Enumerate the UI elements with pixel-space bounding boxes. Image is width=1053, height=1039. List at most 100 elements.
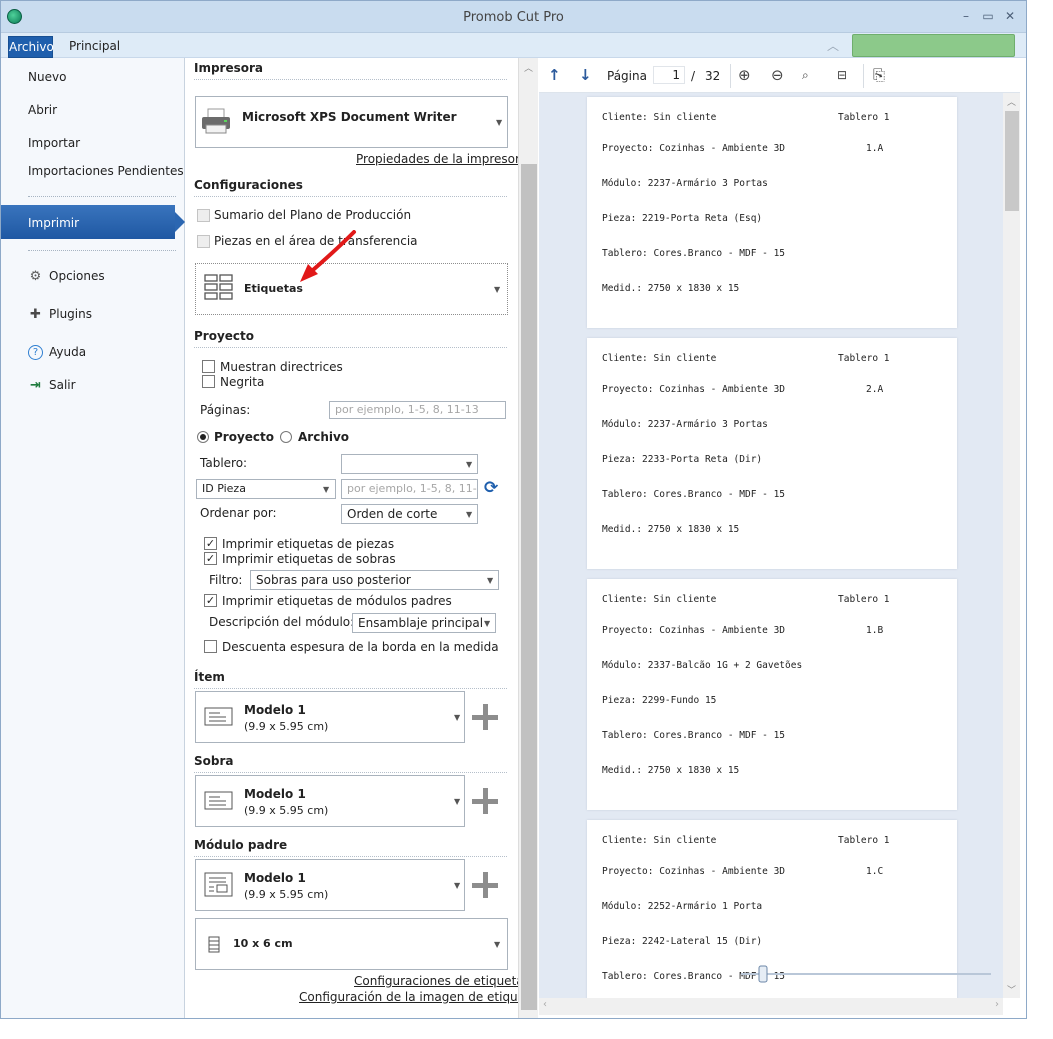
radio-file[interactable]: [280, 431, 292, 443]
export-page-icon[interactable]: ⎘: [873, 67, 885, 83]
preview-page: Cliente: Sin cliente Tablero 1 Proyecto:…: [587, 579, 957, 810]
label-module: Módulo: 2337-Balcão 1G + 2 Gavetões: [602, 660, 803, 671]
item-size: (9.9 x 5.95 cm): [244, 720, 329, 733]
label-piece: Pieza: 2299-Fundo 15: [602, 695, 717, 706]
print-module-labels-checkbox[interactable]: ✓: [204, 594, 217, 607]
add-parent-module-template-button[interactable]: [472, 872, 498, 898]
module-desc-value: Ensamblaje principal: [358, 616, 484, 630]
transfer-checkbox[interactable]: [197, 235, 210, 248]
collapse-ribbon-icon[interactable]: ︿: [827, 37, 839, 54]
print-offcut-labels-checkbox[interactable]: ✓: [204, 552, 217, 565]
chevron-down-icon: ▼: [454, 797, 461, 806]
nav-salir[interactable]: Salir: [49, 378, 76, 392]
tab-principal[interactable]: Principal: [69, 39, 120, 53]
label-material: Tablero: Cores.Branco - MDF - 15: [602, 248, 786, 259]
chevron-down-icon: ▼: [494, 940, 501, 949]
board-select[interactable]: ▼: [341, 454, 478, 474]
labels-grid-icon: [204, 274, 233, 300]
label-code: 2.A: [866, 384, 884, 395]
preview-horizontal-scrollbar[interactable]: ‹ ›: [539, 998, 1003, 1015]
zoom-in-icon[interactable]: ⊕: [738, 67, 751, 83]
offcut-heading: Sobra: [194, 754, 234, 768]
zoom-fit-icon[interactable]: ⊟: [837, 67, 847, 83]
label-template-icon: [204, 791, 233, 810]
nav-importar[interactable]: Importar: [28, 136, 80, 150]
nav-nuevo[interactable]: Nuevo: [28, 70, 66, 84]
label-template-icon: [204, 707, 233, 726]
app-window: Promob Cut Pro – ▭ ✕ Archivo Principal ︿…: [0, 0, 1027, 1019]
filter-select[interactable]: Sobras para uso posterior ▼: [250, 570, 499, 590]
item-heading: Ítem: [194, 670, 225, 684]
tab-archivo[interactable]: Archivo: [8, 36, 54, 58]
radio-file-label: Archivo: [298, 430, 350, 444]
label-image-settings-link[interactable]: Configuración de la imagen de etiqueta: [299, 990, 537, 1004]
nav-importaciones-pendientes[interactable]: Importaciones Pendientes: [28, 164, 184, 178]
chevron-down-icon: ▼: [454, 713, 461, 722]
add-offcut-template-button[interactable]: [472, 788, 498, 814]
nav-opciones[interactable]: Opciones: [49, 269, 105, 283]
label-piece: Pieza: 2219-Porta Reta (Esq): [602, 213, 763, 224]
preview-vertical-scrollbar[interactable]: ︿ ﹀: [1003, 93, 1020, 998]
zoom-100-icon[interactable]: ⌕: [802, 67, 809, 83]
arrow-down-icon[interactable]: ↓: [579, 67, 592, 83]
scrollbar-thumb[interactable]: [1005, 111, 1019, 211]
bold-checkbox[interactable]: [202, 375, 215, 388]
label-size-select[interactable]: 10 x 6 cm ▼: [195, 918, 508, 970]
red-arrow-annotation: [300, 230, 356, 282]
zoom-slider-thumb[interactable]: [758, 965, 768, 983]
discount-edge-checkbox[interactable]: [204, 640, 217, 653]
zoom-slider[interactable]: [741, 965, 991, 983]
print-piece-labels-label: Imprimir etiquetas de piezas: [222, 537, 395, 551]
item-template-select[interactable]: Modelo 1 (9.9 x 5.95 cm) ▼: [195, 691, 465, 743]
preview-toolbar: ↑ ↓ Página 1 / 32 ⊕ ⊖ ⌕ ⊟ ⎘: [539, 58, 1020, 93]
chevron-down-icon: ▼: [454, 881, 461, 890]
scrollbar-thumb[interactable]: [521, 164, 537, 1010]
minimize-button[interactable]: –: [958, 9, 974, 23]
summary-checkbox[interactable]: [197, 209, 210, 222]
page-separator: /: [691, 69, 696, 83]
preview-page: Cliente: Sin cliente Tablero 1 Proyecto:…: [587, 338, 957, 569]
zoom-out-icon[interactable]: ⊖: [771, 67, 784, 83]
section-divider: [194, 347, 507, 348]
label-settings-link[interactable]: Configuraciones de etiquetas: [354, 974, 530, 988]
item-model: Modelo 1: [244, 703, 306, 717]
exit-icon: ⇥: [30, 378, 41, 393]
radio-project[interactable]: [197, 431, 209, 443]
nav-imprimir[interactable]: Imprimir: [1, 205, 185, 239]
page-label: Página: [607, 69, 647, 83]
help-icon: ?: [28, 345, 43, 360]
close-button[interactable]: ✕: [1002, 9, 1018, 23]
order-select[interactable]: Orden de corte ▼: [341, 504, 478, 524]
label-piece: Pieza: 2242-Lateral 15 (Dir): [602, 936, 763, 947]
maximize-button[interactable]: ▭: [980, 9, 996, 23]
parent-module-size: (9.9 x 5.95 cm): [244, 888, 329, 901]
offcut-model: Modelo 1: [244, 787, 306, 801]
config-heading: Configuraciones: [194, 178, 303, 192]
arrow-up-icon[interactable]: ↑: [548, 67, 561, 83]
label-project: Proyecto: Cozinhas - Ambiente 3D: [602, 384, 786, 395]
show-guides-checkbox[interactable]: [202, 360, 215, 373]
id-field-select[interactable]: ID Pieza ▼: [196, 479, 336, 499]
nav-ayuda[interactable]: Ayuda: [49, 345, 86, 359]
parent-module-heading: Módulo padre: [194, 838, 288, 852]
summary-label: Sumario del Plano de Producción: [214, 208, 412, 222]
id-range-input[interactable]: por ejemplo, 1-5, 8, 11-1: [341, 479, 478, 499]
nav-abrir[interactable]: Abrir: [28, 103, 57, 117]
settings-scrollbar[interactable]: ︿: [518, 58, 538, 1018]
nav-plugins[interactable]: Plugins: [49, 307, 92, 321]
parent-module-template-select[interactable]: Modelo 1 (9.9 x 5.95 cm) ▼: [195, 859, 465, 911]
module-template-icon: [204, 872, 233, 897]
offcut-size: (9.9 x 5.95 cm): [244, 804, 329, 817]
filter-label: Filtro:: [209, 573, 243, 587]
refresh-icon[interactable]: ⟳: [484, 478, 498, 498]
pages-input[interactable]: por ejemplo, 1-5, 8, 11-13: [329, 401, 506, 419]
order-label: Ordenar por:: [200, 506, 277, 520]
offcut-template-select[interactable]: Modelo 1 (9.9 x 5.95 cm) ▼: [195, 775, 465, 827]
print-piece-labels-checkbox[interactable]: ✓: [204, 537, 217, 550]
printer-name: Microsoft XPS Document Writer: [242, 110, 457, 124]
module-desc-select[interactable]: Ensamblaje principal ▼: [352, 613, 496, 633]
printer-properties-link[interactable]: Propiedades de la impresora: [356, 152, 527, 166]
add-item-template-button[interactable]: [472, 704, 498, 730]
printer-select[interactable]: Microsoft XPS Document Writer ▼: [195, 96, 508, 148]
page-number-input[interactable]: 1: [653, 66, 685, 84]
